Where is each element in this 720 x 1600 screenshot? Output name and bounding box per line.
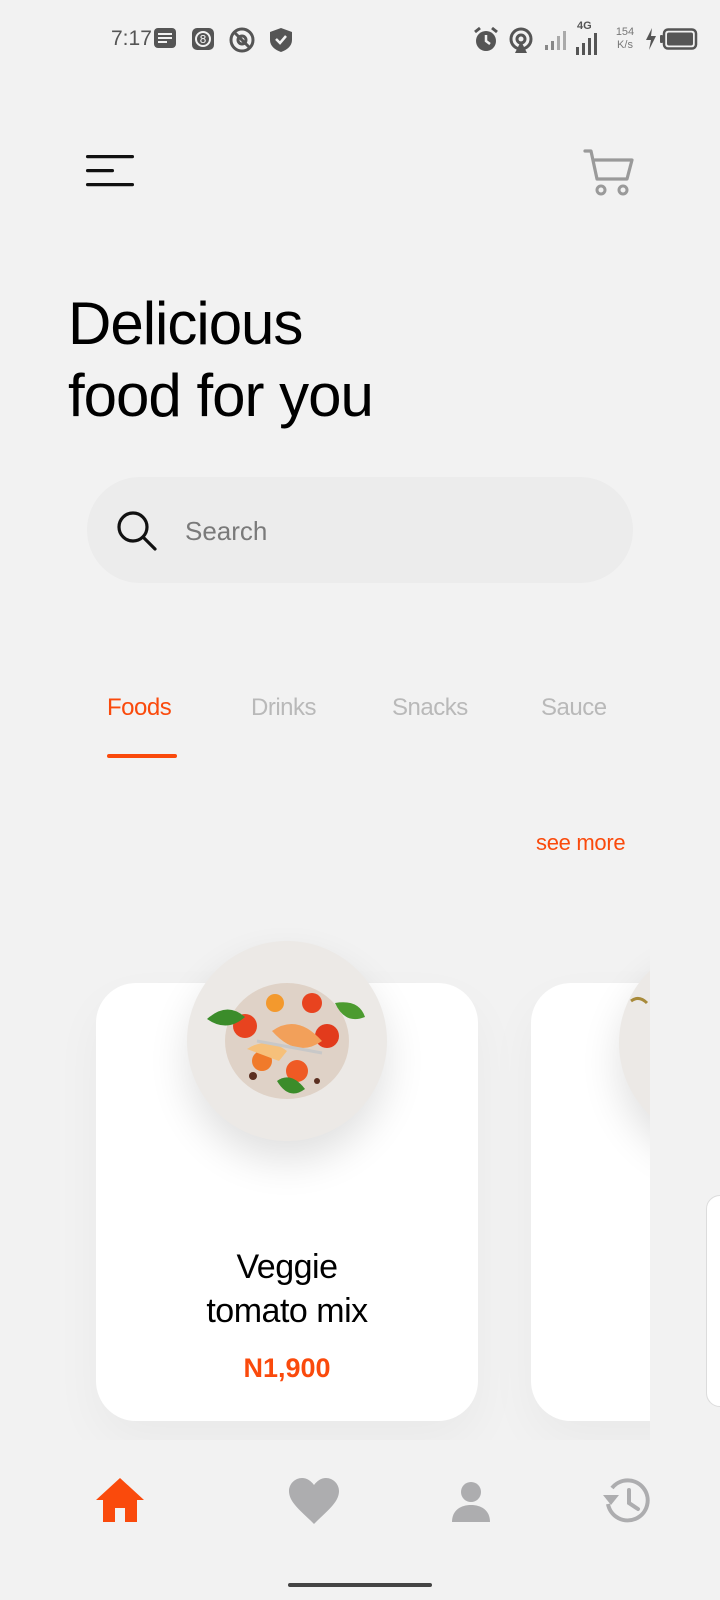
food-name: f [531,1245,650,1289]
tab-foods[interactable]: Foods [107,694,172,722]
network-label: 4G [577,20,592,32]
heart-icon[interactable] [286,1474,342,1530]
status-time: 7:17 [111,27,152,50]
veggie-tomato-mix-image [187,941,387,1141]
network-speed: 154 K/s [612,26,638,52]
speed-unit: K/s [617,39,633,51]
side-panel-handle[interactable] [706,1195,720,1407]
food-name: Veggie tomato mix [96,1245,478,1333]
battery-icon [660,28,698,50]
food-image [619,943,650,1143]
bottom-nav [0,1460,720,1560]
charging-icon [646,28,656,50]
shield-icon [270,28,292,52]
see-more-link[interactable]: see more [536,830,626,856]
user-icon[interactable] [443,1474,499,1530]
active-tab-indicator [107,754,177,758]
alarm-icon [474,26,498,51]
4g-signal-icon: 4G [575,20,599,56]
food-carousel[interactable]: Veggie tomato mix N1,900 f [0,900,650,1440]
message-icon [154,28,176,48]
food-card[interactable]: Veggie tomato mix N1,900 [96,941,478,1421]
search-icon [117,511,157,551]
hotspot-icon [509,27,533,53]
page-title: Delicious food for you [68,288,374,432]
no-disturb-icon [229,27,255,53]
tab-drinks[interactable]: Drinks [251,694,317,722]
food-name-line-2: f [531,1245,650,1289]
history-icon[interactable] [600,1474,656,1530]
page-title-line-1: Delicious [68,290,303,357]
cart-icon[interactable] [582,146,636,200]
food-card[interactable]: f [531,943,650,1421]
menu-icon[interactable] [84,150,136,192]
speed-value: 154 [615,26,635,38]
food-price: N1,900 [243,1353,331,1383]
svg-text:8: 8 [200,33,207,46]
home-icon[interactable] [92,1472,148,1528]
page-title-line-2: food for you [68,362,374,429]
food-name-line-2: tomato mix [206,1292,368,1330]
signal-icon [545,31,566,50]
tab-snacks[interactable]: Snacks [392,694,468,722]
search-bar[interactable] [87,477,633,583]
b-badge-icon: 8 [192,28,214,50]
home-indicator[interactable] [288,1583,432,1587]
food-name-line-1: Veggie [236,1248,339,1286]
status-bar: 7:17 8 4G 154 K/s [0,0,720,80]
search-input[interactable] [183,507,607,555]
tab-sauce[interactable]: Sauce [541,694,607,722]
